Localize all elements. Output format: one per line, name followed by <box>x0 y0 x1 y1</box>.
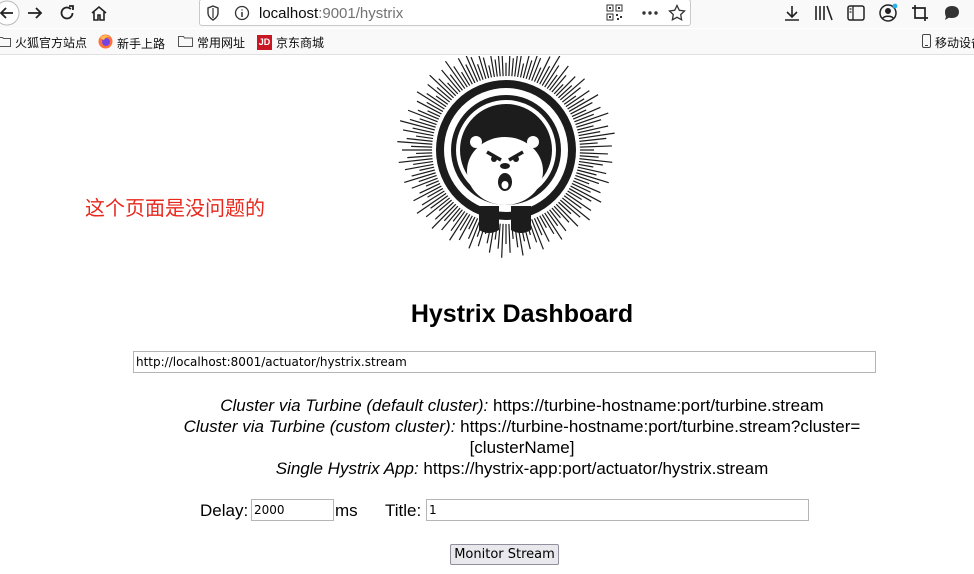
stream-url-input[interactable] <box>133 351 876 373</box>
url-path: :9001/hystrix <box>318 5 404 22</box>
logo-spike <box>413 183 446 202</box>
screenshot-crop-icon[interactable] <box>909 2 931 24</box>
logo-spike <box>571 112 609 127</box>
help-value: https://hystrix-app:port/actuator/hystri… <box>423 459 769 478</box>
home-icon[interactable] <box>88 2 110 24</box>
annotation-text: 这个页面是没问题的 <box>85 196 265 220</box>
bookmark-label: 常用网址 <box>197 36 246 50</box>
bookmark-getting-started[interactable]: 新手上路 <box>98 34 165 52</box>
logo-spike <box>546 65 569 94</box>
logo-spike <box>508 219 511 253</box>
url-bar[interactable]: localhost:9001/hystrix <box>199 0 691 26</box>
help-line-turbine-custom: Cluster via Turbine (custom cluster): ht… <box>35 416 974 437</box>
mobile-device-icon <box>922 34 931 51</box>
delay-label: Delay: <box>200 501 249 520</box>
bookmark-star-icon[interactable] <box>668 3 686 27</box>
help-label: Cluster via Turbine (custom cluster): <box>183 417 456 436</box>
logo-spike <box>569 178 601 194</box>
logo-spike <box>407 154 437 159</box>
logo-spike <box>404 163 438 171</box>
back-icon[interactable] <box>0 0 20 26</box>
help-value: [clusterName] <box>469 438 575 457</box>
logo-spike <box>569 106 601 122</box>
jd-logo-icon: JD <box>257 35 272 50</box>
help-value: https://turbine-hostname:port/turbine.st… <box>460 417 861 436</box>
logo-spike <box>397 141 437 146</box>
ms-label: ms <box>335 501 358 520</box>
url-host: localhost <box>259 5 319 22</box>
bookmark-jd-mall[interactable]: JD 京东商城 <box>257 34 324 51</box>
qr-code-icon[interactable] <box>606 4 623 26</box>
library-icon[interactable] <box>813 2 835 24</box>
logo-spike <box>441 69 464 96</box>
account-icon[interactable] <box>877 2 899 24</box>
logo-spike <box>406 137 437 143</box>
logo-spike <box>534 213 550 242</box>
monitor-stream-button[interactable]: Monitor Stream <box>450 544 559 565</box>
bookmark-label: 火狐官方站点 <box>15 36 88 50</box>
logo-spike <box>575 145 612 148</box>
folder-icon <box>0 36 11 50</box>
bookmark-label: 京东商城 <box>276 36 325 50</box>
info-icon[interactable] <box>234 5 250 26</box>
browser-toolbar: localhost:9001/hystrix <box>0 0 974 28</box>
page-title: Hystrix Dashboard <box>410 300 634 328</box>
bookmark-label: 新手上路 <box>117 36 166 51</box>
title-input[interactable] <box>426 499 809 521</box>
page-actions-icon[interactable] <box>641 5 659 26</box>
title-label: Title: <box>385 501 422 520</box>
firefox-logo-icon <box>98 34 113 52</box>
help-line-turbine-custom-cont: [clusterName] <box>35 437 974 458</box>
bookmark-firefox-site[interactable]: 火狐官方站点 <box>0 34 87 51</box>
hystrix-logo <box>397 56 615 258</box>
logo-spike <box>402 129 438 137</box>
reload-icon[interactable] <box>56 2 78 24</box>
sidebar-icon[interactable] <box>845 2 867 24</box>
shield-icon[interactable] <box>206 5 220 26</box>
help-text: Cluster via Turbine (default cluster): h… <box>35 395 974 479</box>
logo-spike <box>575 132 615 140</box>
bookmark-mobile[interactable]: 移动设备 <box>922 34 974 51</box>
chat-icon[interactable] <box>941 2 963 24</box>
help-line-single-app: Single Hystrix App: https://hystrix-app:… <box>35 458 974 479</box>
help-line-turbine-default: Cluster via Turbine (default cluster): h… <box>35 395 974 416</box>
bookmark-common-sites[interactable]: 常用网址 <box>178 34 245 51</box>
bookmark-label: 移动设备 <box>935 36 974 50</box>
delay-input[interactable] <box>251 499 334 521</box>
logo-spike <box>427 83 454 106</box>
download-icon[interactable] <box>781 2 803 24</box>
logo-spike <box>575 152 608 155</box>
help-label: Single Hystrix App: <box>275 459 419 478</box>
url-text[interactable]: localhost:9001/hystrix <box>259 5 403 22</box>
logo-spike <box>553 76 576 100</box>
logo-spike <box>566 102 593 117</box>
folder-icon <box>178 35 193 50</box>
logo-spike <box>501 219 504 258</box>
forward-icon[interactable] <box>24 2 46 24</box>
help-value: https://turbine-hostname:port/turbine.st… <box>493 396 824 415</box>
bookmarks-bar: 火狐官方站点 新手上路 常用网址 JD 京东商城 移动设备 <box>0 29 974 55</box>
logo-spike <box>407 109 442 124</box>
help-label: Cluster via Turbine (default cluster): <box>220 396 489 415</box>
